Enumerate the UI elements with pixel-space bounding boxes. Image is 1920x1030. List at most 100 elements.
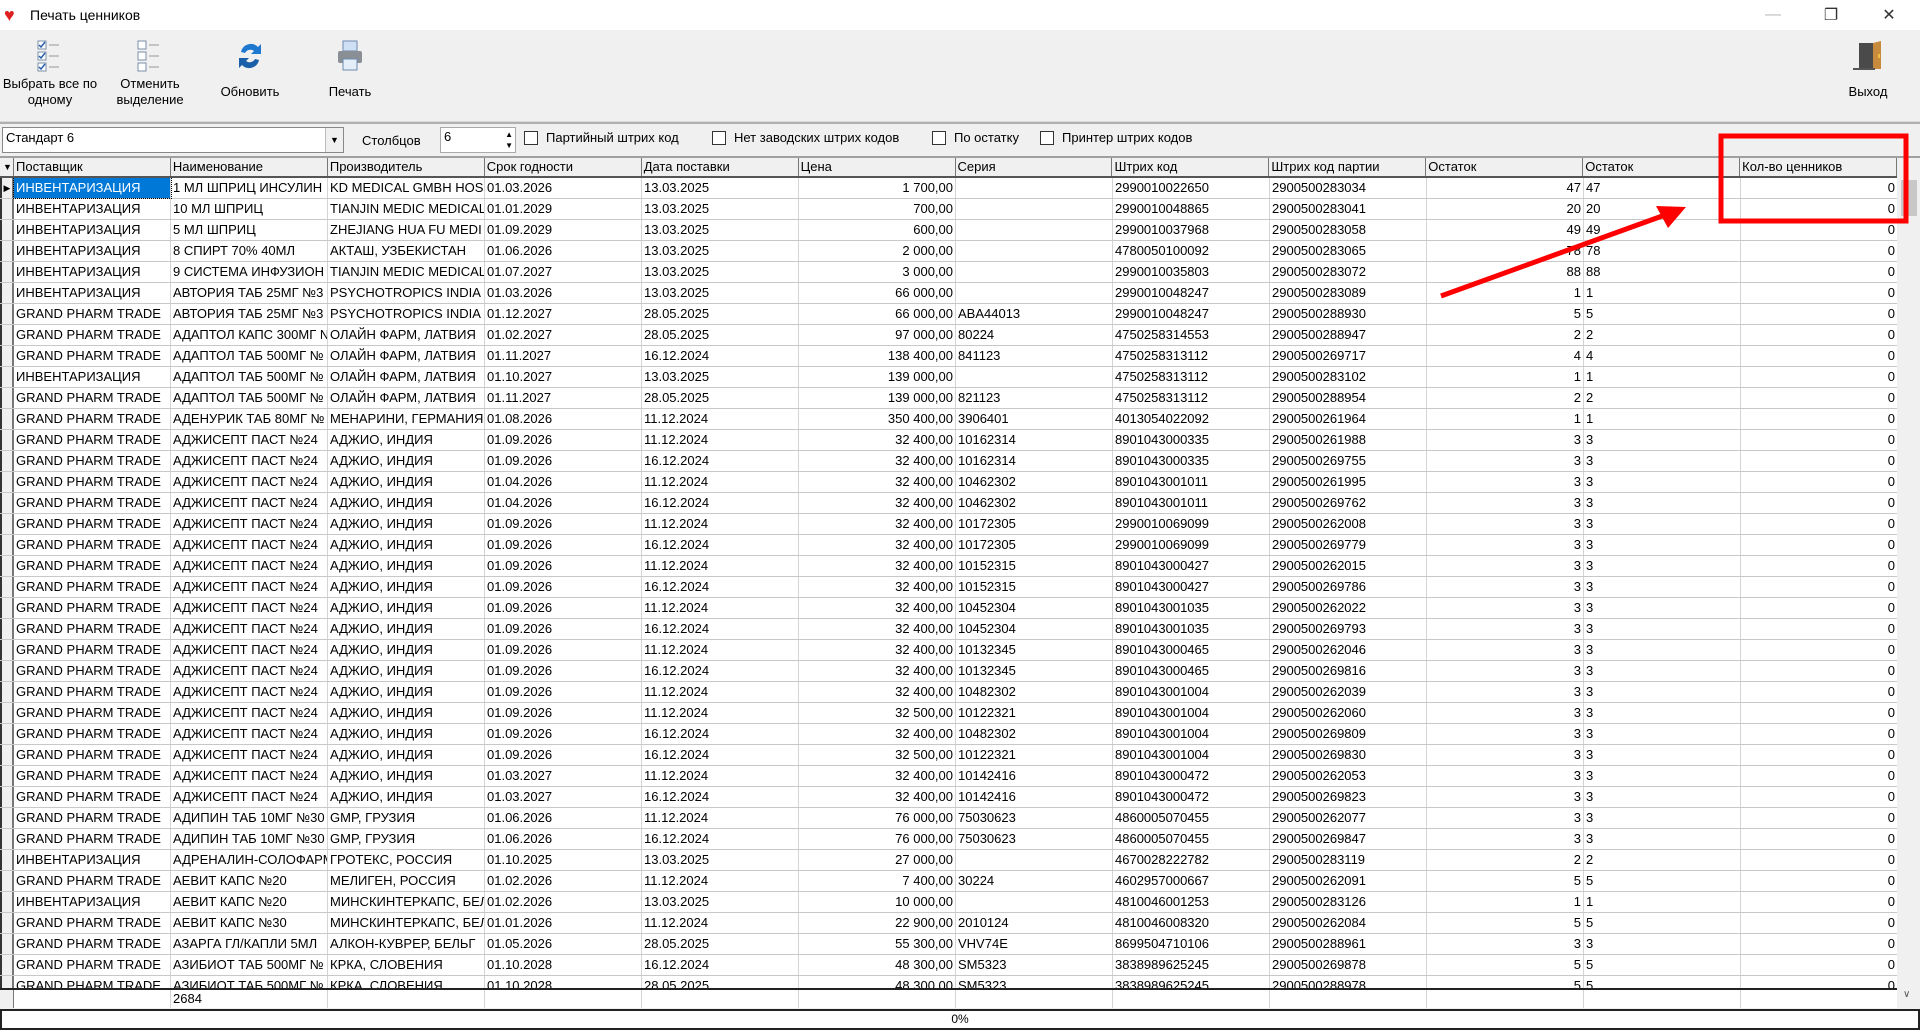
- row-selector[interactable]: [0, 661, 14, 681]
- barcode-printer-checkbox[interactable]: Принтер штрих кодов: [1040, 130, 1192, 145]
- table-cell[interactable]: 0: [1741, 304, 1897, 324]
- row-selector[interactable]: [0, 766, 14, 786]
- row-selector[interactable]: [0, 703, 14, 723]
- row-selector[interactable]: [0, 535, 14, 555]
- table-row[interactable]: ИНВЕНТАРИЗАЦИЯ 8 СПИРТ 70% 40МЛ АКТАШ, УЗБ…: [0, 241, 1897, 262]
- row-selector[interactable]: [0, 199, 14, 219]
- scrollbar-thumb[interactable]: [1901, 180, 1917, 216]
- table-cell[interactable]: 0: [1741, 766, 1897, 786]
- table-cell[interactable]: 0: [1741, 472, 1897, 492]
- table-row[interactable]: GRAND PHARM TRADE АДЖИСЕПТ ПАСТ №24 АДЖИО,…: [0, 619, 1897, 640]
- table-row[interactable]: GRAND PHARM TRADE АДЖИСЕПТ ПАСТ №24 АДЖИО,…: [0, 682, 1897, 703]
- checkbox-box[interactable]: [932, 130, 946, 145]
- table-row[interactable]: ИНВЕНТАРИЗАЦИЯ 10 МЛ ШПРИЦ TIANJIN MEDIC M…: [0, 199, 1897, 220]
- row-selector[interactable]: [0, 493, 14, 513]
- table-cell[interactable]: 0: [1741, 283, 1897, 303]
- table-row[interactable]: ИНВЕНТАРИЗАЦИЯ 5 МЛ ШПРИЦ ZHEJIANG HUA FU …: [0, 220, 1897, 241]
- table-cell[interactable]: 0: [1741, 241, 1897, 261]
- checkbox-box[interactable]: [1040, 130, 1054, 145]
- row-selector[interactable]: [0, 829, 14, 849]
- column-header[interactable]: Дата поставки: [642, 158, 799, 176]
- row-selector[interactable]: [0, 367, 14, 387]
- column-header[interactable]: Остаток: [1583, 158, 1741, 176]
- row-selector[interactable]: [0, 241, 14, 261]
- table-cell[interactable]: 0: [1741, 220, 1897, 240]
- row-selector[interactable]: [0, 934, 14, 954]
- table-cell[interactable]: 0: [1741, 640, 1897, 660]
- row-selector[interactable]: [0, 619, 14, 639]
- table-row[interactable]: ИНВЕНТАРИЗАЦИЯ 9 СИСТЕМА ИНФУЗИОН TIANJIN …: [0, 262, 1897, 283]
- table-row[interactable]: GRAND PHARM TRADE АДЖИСЕПТ ПАСТ №24 АДЖИО,…: [0, 577, 1897, 598]
- table-cell[interactable]: 0: [1741, 787, 1897, 807]
- table-cell[interactable]: 0: [1741, 493, 1897, 513]
- column-header[interactable]: Наименование: [171, 158, 328, 176]
- table-cell[interactable]: 0: [1741, 325, 1897, 345]
- row-selector[interactable]: [0, 598, 14, 618]
- row-selector[interactable]: [0, 682, 14, 702]
- restore-button[interactable]: ❐: [1802, 0, 1860, 30]
- table-row[interactable]: ИНВЕНТАРИЗАЦИЯ АДРЕНАЛИН-СОЛОФАРМ ГРОТЕКС,…: [0, 850, 1897, 871]
- batch-barcode-checkbox[interactable]: Партийный штрих код: [524, 130, 679, 145]
- table-cell[interactable]: 0: [1741, 892, 1897, 912]
- row-selector[interactable]: [0, 640, 14, 660]
- current-row-indicator-icon[interactable]: ▶: [0, 178, 14, 198]
- row-selector[interactable]: [0, 388, 14, 408]
- table-row[interactable]: GRAND PHARM TRADE АДАПТОЛ ТАБ 500МГ № ОЛАЙ…: [0, 346, 1897, 367]
- table-row[interactable]: GRAND PHARM TRADE АДИПИН ТАБ 10МГ №30 GMP,…: [0, 808, 1897, 829]
- table-cell[interactable]: 0: [1741, 913, 1897, 933]
- column-header[interactable]: Кол-во ценников: [1740, 158, 1898, 176]
- table-cell[interactable]: 0: [1741, 703, 1897, 723]
- table-cell[interactable]: 0: [1741, 955, 1897, 975]
- row-selector[interactable]: [0, 808, 14, 828]
- close-button[interactable]: ✕: [1860, 0, 1918, 30]
- row-selector[interactable]: [0, 556, 14, 576]
- table-cell[interactable]: 0: [1741, 262, 1897, 282]
- table-row[interactable]: GRAND PHARM TRADE АДЖИСЕПТ ПАСТ №24 АДЖИО,…: [0, 535, 1897, 556]
- row-selector[interactable]: [0, 283, 14, 303]
- table-cell[interactable]: 0: [1741, 514, 1897, 534]
- row-selector[interactable]: [0, 787, 14, 807]
- row-selector[interactable]: [0, 514, 14, 534]
- column-header[interactable]: Цена: [799, 158, 956, 176]
- select-all-button[interactable]: Выбрать все по одному: [2, 36, 98, 116]
- columns-spinner[interactable]: 6 ▲ ▼: [440, 127, 516, 153]
- table-row[interactable]: GRAND PHARM TRADE АДЖИСЕПТ ПАСТ №24 АДЖИО,…: [0, 598, 1897, 619]
- table-row[interactable]: GRAND PHARM TRADE АВТОРИЯ ТАБ 25МГ №3 PSYC…: [0, 304, 1897, 325]
- column-header[interactable]: Серия: [956, 158, 1113, 176]
- row-selector[interactable]: [0, 304, 14, 324]
- table-row[interactable]: GRAND PHARM TRADE АЗАРГА ГЛ/КАПЛИ 5МЛ АЛКО…: [0, 934, 1897, 955]
- row-selector[interactable]: [0, 262, 14, 282]
- table-cell[interactable]: 0: [1741, 535, 1897, 555]
- table-cell[interactable]: 0: [1741, 451, 1897, 471]
- row-selector[interactable]: [0, 220, 14, 240]
- table-cell[interactable]: 0: [1741, 661, 1897, 681]
- table-row[interactable]: GRAND PHARM TRADE АДЖИСЕПТ ПАСТ №24 АДЖИО,…: [0, 745, 1897, 766]
- table-row[interactable]: GRAND PHARM TRADE АДЖИСЕПТ ПАСТ №24 АДЖИО,…: [0, 430, 1897, 451]
- table-row[interactable]: ИНВЕНТАРИЗАЦИЯ АЕВИТ КАПС №20 МИНСКИНТЕРКА…: [0, 892, 1897, 913]
- table-row[interactable]: ▶ ИНВЕНТАРИЗАЦИЯ 1 МЛ ШПРИЦ ИНСУЛИН KD MEDI…: [0, 178, 1897, 199]
- table-cell[interactable]: 0: [1741, 556, 1897, 576]
- row-selector[interactable]: [0, 976, 14, 988]
- table-cell[interactable]: 0: [1741, 745, 1897, 765]
- row-selector[interactable]: [0, 346, 14, 366]
- table-row[interactable]: GRAND PHARM TRADE АДЖИСЕПТ ПАСТ №24 АДЖИО,…: [0, 661, 1897, 682]
- template-select[interactable]: Стандарт 6 ▼: [2, 127, 344, 153]
- table-row[interactable]: GRAND PHARM TRADE АДЖИСЕПТ ПАСТ №24 АДЖИО,…: [0, 724, 1897, 745]
- print-button[interactable]: Печать: [302, 36, 398, 116]
- table-cell[interactable]: 0: [1741, 178, 1897, 198]
- table-cell[interactable]: 0: [1741, 871, 1897, 891]
- table-row[interactable]: GRAND PHARM TRADE АДЖИСЕПТ ПАСТ №24 АДЖИО,…: [0, 493, 1897, 514]
- table-row[interactable]: GRAND PHARM TRADE АЗИБИОТ ТАБ 500МГ № КРКА…: [0, 976, 1897, 988]
- spinner-arrows-icon[interactable]: ▲ ▼: [505, 129, 513, 151]
- row-selector[interactable]: [0, 745, 14, 765]
- column-header[interactable]: Штрих код партии: [1269, 158, 1427, 176]
- table-row[interactable]: GRAND PHARM TRADE АДЖИСЕПТ ПАСТ №24 АДЖИО,…: [0, 766, 1897, 787]
- no-factory-barcodes-checkbox[interactable]: Нет заводских штрих кодов: [712, 130, 899, 145]
- row-selector[interactable]: [0, 850, 14, 870]
- row-selector[interactable]: [0, 892, 14, 912]
- table-row[interactable]: GRAND PHARM TRADE АДЖИСЕПТ ПАСТ №24 АДЖИО,…: [0, 514, 1897, 535]
- table-cell[interactable]: 0: [1741, 934, 1897, 954]
- row-selector[interactable]: [0, 430, 14, 450]
- table-cell[interactable]: 0: [1741, 808, 1897, 828]
- table-cell[interactable]: 0: [1741, 409, 1897, 429]
